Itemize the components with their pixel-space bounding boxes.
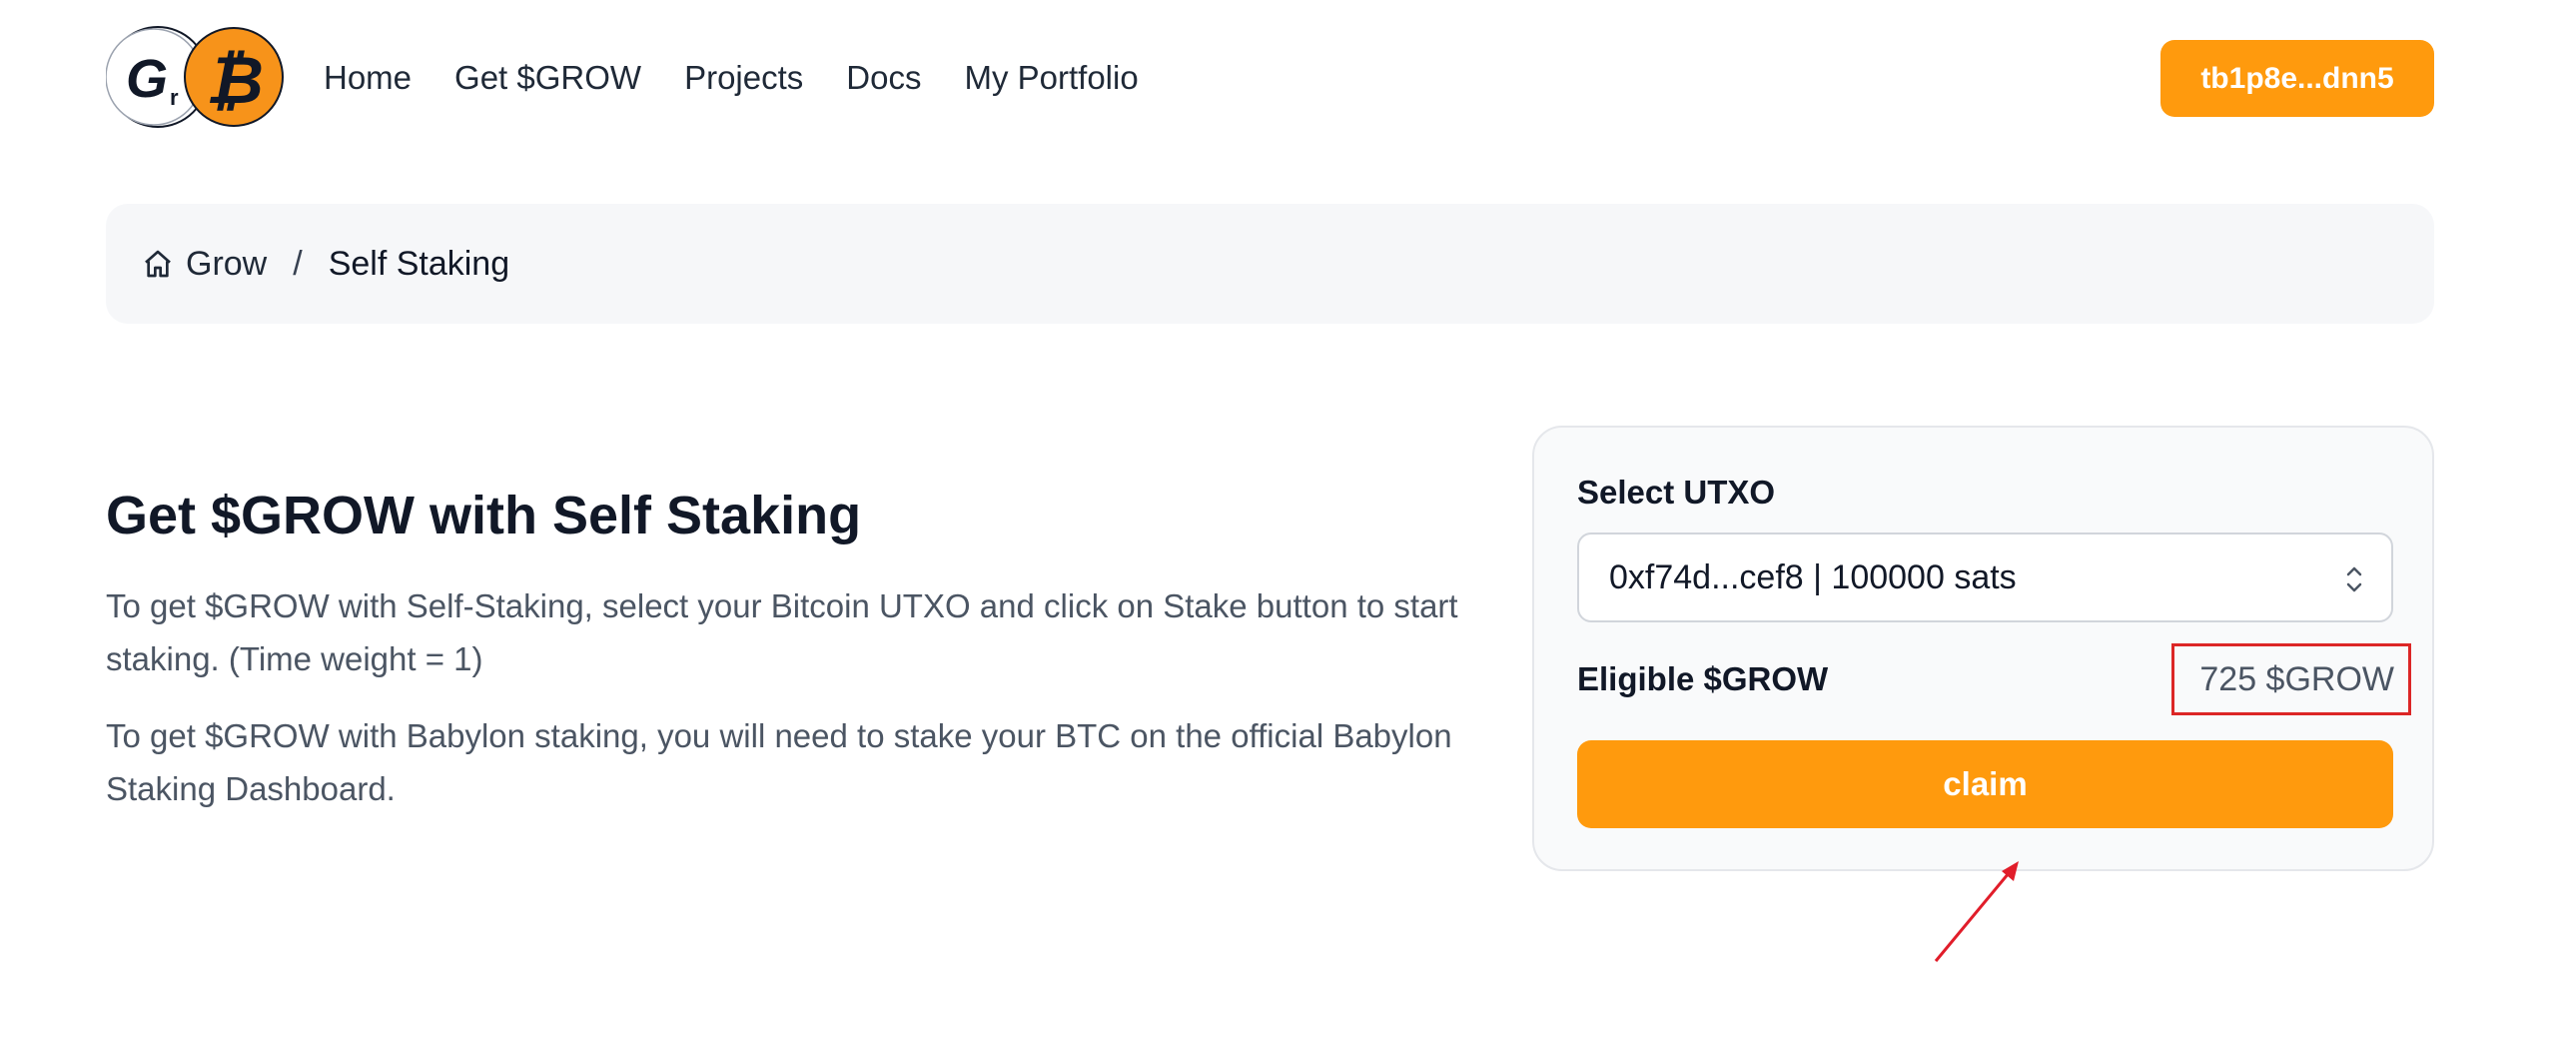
home-icon[interactable] bbox=[142, 248, 174, 280]
breadcrumb-current: Self Staking bbox=[328, 244, 510, 283]
self-staking-description: To get $GROW with Self-Staking, select y… bbox=[106, 587, 1458, 677]
breadcrumb: Grow / Self Staking bbox=[106, 204, 2434, 324]
annotation-arrow-icon bbox=[1918, 849, 2038, 969]
select-utxo-label: Select UTXO bbox=[1577, 474, 1776, 511]
svg-text:r: r bbox=[170, 85, 179, 110]
staking-card: Select UTXO 0xf74d...cef8 | 100000 sats … bbox=[1532, 426, 2434, 871]
utxo-select[interactable]: 0xf74d...cef8 | 100000 sats bbox=[1577, 532, 2393, 622]
eligible-grow-amount: 725 $GROW bbox=[2199, 659, 2394, 698]
page-title: Get $GROW with Self Staking bbox=[106, 486, 862, 545]
nav-my-portfolio[interactable]: My Portfolio bbox=[964, 59, 1138, 97]
breadcrumb-home-link[interactable]: Grow bbox=[186, 245, 267, 284]
main-nav: Home Get $GROW Projects Docs My Portfoli… bbox=[324, 50, 1182, 106]
babylon-staking-description: To get $GROW with Babylon staking, you w… bbox=[106, 717, 1452, 807]
utxo-select-value: 0xf74d...cef8 | 100000 sats bbox=[1609, 557, 2017, 596]
svg-text:₿: ₿ bbox=[206, 42, 264, 119]
breadcrumb-separator: / bbox=[293, 244, 303, 283]
nav-projects[interactable]: Projects bbox=[684, 59, 803, 97]
chevron-up-down-icon bbox=[2343, 561, 2365, 597]
svg-text:G: G bbox=[126, 49, 168, 109]
eligible-grow-value: 725 $GROW bbox=[2171, 643, 2411, 715]
claim-button[interactable]: claim bbox=[1577, 740, 2393, 828]
wallet-address-button[interactable]: tb1p8e...dnn5 bbox=[2160, 40, 2434, 117]
site-logo[interactable]: G r ₿ bbox=[105, 17, 284, 137]
nav-docs[interactable]: Docs bbox=[846, 59, 921, 97]
nav-home[interactable]: Home bbox=[324, 59, 412, 97]
eligible-grow-label: Eligible $GROW bbox=[1577, 660, 1829, 697]
nav-get-grow[interactable]: Get $GROW bbox=[454, 59, 641, 97]
